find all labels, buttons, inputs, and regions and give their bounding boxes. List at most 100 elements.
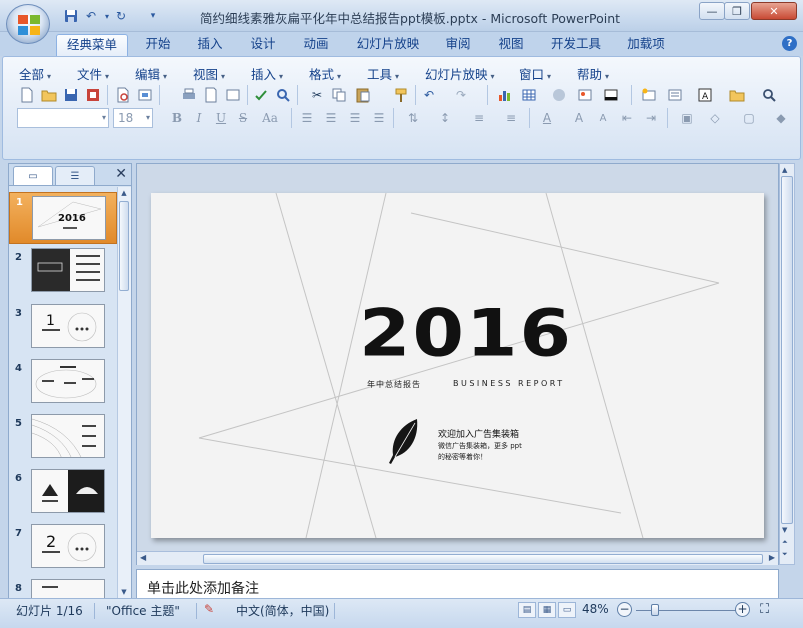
- menu-insert[interactable]: 插入 ▾: [251, 64, 283, 83]
- scroll-thumb[interactable]: [203, 554, 763, 564]
- save-icon[interactable]: [61, 85, 81, 105]
- menu-window[interactable]: 窗口 ▾: [519, 64, 551, 83]
- close-icon[interactable]: ✕: [115, 166, 127, 182]
- permission-icon[interactable]: [83, 85, 103, 105]
- scroll-up-icon[interactable]: ▲: [119, 189, 129, 197]
- scroll-up-icon[interactable]: ▲: [782, 166, 787, 174]
- redo-icon[interactable]: ↷: [451, 85, 471, 105]
- underline-icon[interactable]: U: [211, 108, 231, 128]
- numbering-icon[interactable]: ≡: [469, 108, 489, 128]
- grow-font-icon[interactable]: A: [569, 108, 589, 128]
- tab-view[interactable]: 视图: [491, 34, 531, 56]
- bold-icon[interactable]: B: [167, 108, 187, 128]
- menu-tools[interactable]: 工具 ▾: [367, 64, 399, 83]
- decrease-indent-icon[interactable]: ⇤: [617, 108, 637, 128]
- arrange-icon[interactable]: ▣: [677, 108, 697, 128]
- color-icon[interactable]: [601, 85, 621, 105]
- tab-slideshow[interactable]: 幻灯片放映: [352, 34, 424, 56]
- cut-icon[interactable]: ✂: [307, 85, 327, 105]
- tab-insert[interactable]: 插入: [190, 34, 230, 56]
- slide-thumbnail[interactable]: 1 2016: [9, 192, 117, 244]
- scroll-down-icon[interactable]: ▼: [119, 588, 129, 596]
- zoom-level[interactable]: 48%: [582, 602, 609, 616]
- research-icon[interactable]: [273, 85, 293, 105]
- text-direction-icon[interactable]: ⇅: [403, 108, 423, 128]
- horizontal-scrollbar[interactable]: ◀ ▶: [137, 551, 778, 565]
- shapes-icon[interactable]: ◇: [705, 108, 725, 128]
- restore-button[interactable]: ❐: [724, 2, 750, 20]
- previous-slide-icon[interactable]: ⏶: [782, 538, 788, 547]
- menu-format[interactable]: 格式 ▾: [309, 64, 341, 83]
- slide-thumbnail[interactable]: 6: [9, 469, 117, 521]
- tab-review[interactable]: 审阅: [438, 34, 478, 56]
- slide-thumbnail[interactable]: 3 1: [9, 304, 117, 356]
- scroll-down-icon[interactable]: ▼: [782, 526, 787, 534]
- scroll-thumb[interactable]: [781, 176, 793, 524]
- strikethrough-icon[interactable]: S: [233, 108, 253, 128]
- paste-icon[interactable]: [353, 85, 373, 105]
- help-icon[interactable]: ?: [782, 36, 797, 51]
- slide-thumbnail[interactable]: 5: [9, 414, 117, 466]
- shrink-font-icon[interactable]: A: [593, 108, 613, 128]
- preview-icon[interactable]: [201, 85, 221, 105]
- redo-icon[interactable]: ↻: [112, 7, 130, 25]
- current-slide[interactable]: 2016 年中总结报告 BUSINESS REPORT 欢迎加入广告集装箱 微信…: [151, 193, 764, 538]
- shape-fill-icon[interactable]: ◆: [771, 108, 791, 128]
- change-case-icon[interactable]: Aa: [257, 108, 283, 128]
- tab-design[interactable]: 设计: [243, 34, 283, 56]
- pdf-icon[interactable]: [135, 85, 155, 105]
- slide-thumbnail[interactable]: 4: [9, 359, 117, 411]
- office-button[interactable]: [6, 4, 50, 44]
- close-button[interactable]: ✕: [751, 2, 797, 20]
- minimize-button[interactable]: —: [699, 2, 725, 20]
- slideshow-button[interactable]: ▭: [558, 602, 576, 618]
- open-folder-icon[interactable]: [39, 85, 59, 105]
- copy-icon[interactable]: [329, 85, 349, 105]
- menu-all[interactable]: 全部 ▾: [19, 64, 51, 83]
- font-size-select[interactable]: 18 ▾: [113, 108, 153, 128]
- save-icon[interactable]: [62, 7, 80, 25]
- next-slide-icon[interactable]: ⏷: [782, 550, 788, 559]
- chart-icon[interactable]: [495, 85, 515, 105]
- tab-home[interactable]: 开始: [138, 34, 178, 56]
- tab-classic-menu[interactable]: 经典菜单: [56, 34, 128, 56]
- italic-icon[interactable]: I: [189, 108, 209, 128]
- normal-view-button[interactable]: ▤: [518, 602, 536, 618]
- table-icon[interactable]: [519, 85, 539, 105]
- tab-animation[interactable]: 动画: [296, 34, 336, 56]
- new-slide-icon[interactable]: [639, 85, 659, 105]
- align-center-icon[interactable]: ☰: [321, 108, 341, 128]
- format-painter-icon[interactable]: [391, 85, 411, 105]
- zoom-in-icon[interactable]: +: [735, 602, 750, 617]
- print-preview-icon[interactable]: [113, 85, 133, 105]
- align-right-icon[interactable]: ☰: [345, 108, 365, 128]
- font-name-select[interactable]: ▾: [17, 108, 109, 128]
- bullets-icon[interactable]: ≡: [501, 108, 521, 128]
- zoom-out-icon[interactable]: −: [617, 602, 632, 617]
- align-left-icon[interactable]: ☰: [297, 108, 317, 128]
- undo-icon[interactable]: ↶: [419, 85, 439, 105]
- menu-help[interactable]: 帮助 ▾: [577, 64, 609, 83]
- slide-thumbnail[interactable]: 2: [9, 248, 117, 300]
- menu-file[interactable]: 文件 ▾: [77, 64, 109, 83]
- tab-developer[interactable]: 开发工具: [545, 34, 607, 56]
- folder-icon[interactable]: [727, 85, 747, 105]
- line-spacing-icon[interactable]: ↕: [435, 108, 455, 128]
- slide-thumbnail[interactable]: 8: [9, 579, 117, 599]
- spellcheck-icon[interactable]: [251, 85, 271, 105]
- menu-edit[interactable]: 编辑 ▾: [135, 64, 167, 83]
- language[interactable]: 中文(简体，中国): [236, 602, 329, 619]
- scroll-right-icon[interactable]: ▶: [769, 553, 775, 562]
- slide-sorter-button[interactable]: ▦: [538, 602, 556, 618]
- normal-view-icon[interactable]: [223, 85, 243, 105]
- justify-icon[interactable]: ☰: [369, 108, 389, 128]
- slide-thumbnail[interactable]: 7 2: [9, 524, 117, 576]
- menu-view[interactable]: 视图 ▾: [193, 64, 225, 83]
- textbox-icon[interactable]: A: [695, 85, 715, 105]
- increase-indent-icon[interactable]: ⇥: [641, 108, 661, 128]
- zoom-slider-handle[interactable]: [651, 604, 659, 616]
- spelling-status-icon[interactable]: ✎: [204, 602, 214, 616]
- outline-tab[interactable]: ☰: [55, 166, 95, 185]
- notes-pane[interactable]: 单击此处添加备注: [136, 569, 779, 599]
- vertical-scrollbar[interactable]: ▲ ▼ ⏶ ⏷: [779, 163, 795, 565]
